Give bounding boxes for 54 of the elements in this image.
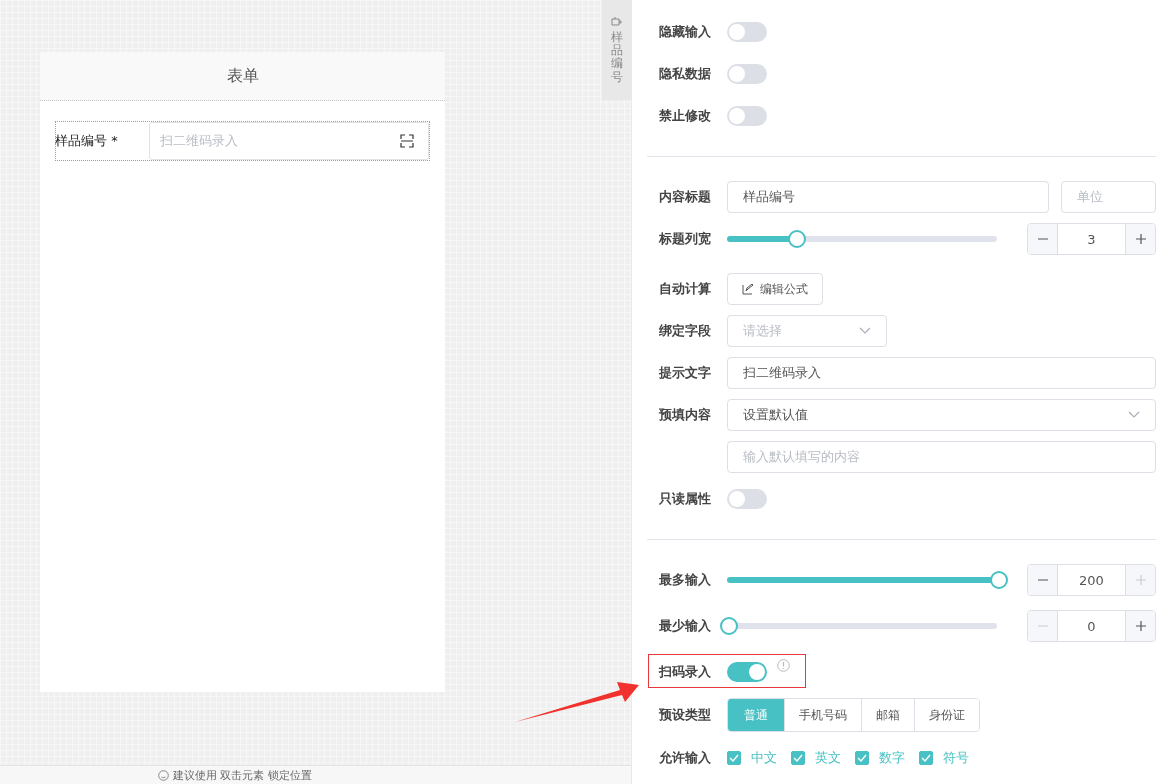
slider-handle[interactable] [787,230,806,248]
setting-label: 允许输入 [659,749,712,767]
tab-icon [610,16,623,28]
hint-text: 建议使用 双击元素 锁定位置 [173,767,312,783]
info-icon[interactable] [777,658,790,672]
checkbox[interactable] [727,751,741,765]
plus-icon [1134,233,1147,245]
form-title: 表单 [40,52,445,101]
setting-label: 扫码录入 [659,663,712,681]
checkbox-label: 英文 [815,749,841,767]
setting-label: 自动计算 [659,280,712,298]
checkbox-label: 符号 [943,749,969,767]
setting-label: 内容标题 [659,188,712,206]
setting-label: 提示文字 [659,364,712,382]
setting-label: 隐藏输入 [659,23,712,41]
setting-label: 只读属性 [659,490,712,508]
setting-label: 最少输入 [659,617,712,635]
slider-handle[interactable] [990,571,1008,589]
chevron-down-icon [1128,411,1140,419]
setting-label: 隐私数据 [659,65,712,83]
setting-label: 预填内容 [659,406,712,424]
plus-icon [1134,574,1147,586]
checkbox-label: 数字 [879,749,905,767]
text-input[interactable]: 扫二维码录入 [727,357,1156,389]
increment-button[interactable] [1125,611,1155,641]
checkbox-label: 中文 [751,749,777,767]
setting-label: 绑定字段 [659,322,712,340]
select-field[interactable]: 设置默认值 [727,399,1156,431]
title-input[interactable]: 样品编号 [727,181,1049,213]
setting-label: 标题列宽 [659,230,712,248]
formula-button[interactable]: 编辑公式 [727,273,823,305]
smile-icon [158,769,169,781]
slider-handle[interactable] [720,617,738,635]
setting-label: 预设类型 [659,706,712,724]
checkbox[interactable] [791,751,805,765]
checkbox[interactable] [919,751,933,765]
field-label: 样品编号 * [55,132,119,150]
checkbox[interactable] [855,751,869,765]
decrement-button[interactable] [1028,224,1058,254]
increment-button[interactable] [1125,224,1155,254]
scan-icon [400,134,414,148]
decrement-button[interactable] [1028,565,1058,595]
edit-icon [742,283,754,295]
type-option[interactable]: 身份证 [914,699,979,731]
toggle-switch[interactable] [727,489,767,509]
chevron-down-icon [859,327,871,335]
form-field[interactable]: 样品编号 * 扫二维码录入 [55,121,430,161]
toggle-switch[interactable] [727,22,767,42]
setting-label: 最多输入 [659,571,712,589]
plus-icon [1134,620,1147,632]
toggle-switch[interactable] [727,106,767,126]
setting-label: 禁止修改 [659,107,712,125]
toggle-switch[interactable] [727,662,767,682]
toggle-switch[interactable] [727,64,767,84]
